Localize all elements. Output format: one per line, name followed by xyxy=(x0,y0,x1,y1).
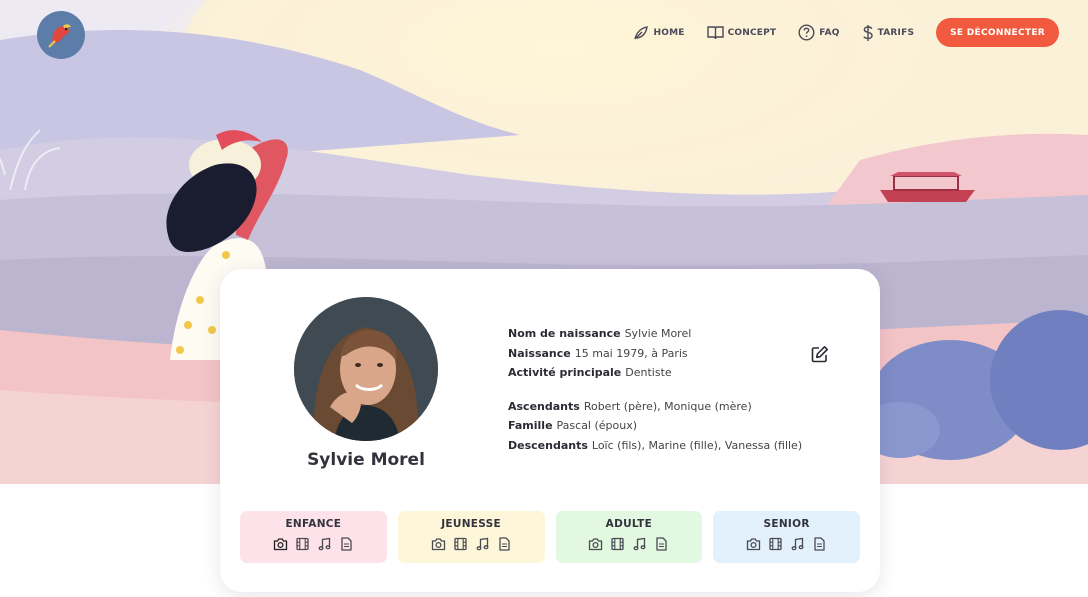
info-row-birth-name: Nom de naissance Sylvie Morel xyxy=(508,324,808,344)
camera-icon[interactable] xyxy=(588,537,603,551)
period-enfance[interactable]: ENFANCE xyxy=(240,511,387,563)
period-title: SENIOR xyxy=(763,518,810,530)
info-value: 15 mai 1979, à Paris xyxy=(574,346,688,360)
info-row-activity: Activité principale Dentiste xyxy=(508,363,808,383)
avatar xyxy=(294,297,438,441)
film-icon[interactable] xyxy=(768,537,783,551)
leaf-icon xyxy=(634,25,649,39)
nav-faq[interactable]: FAQ xyxy=(798,24,839,41)
main-nav: HOME CONCEPT FAQ TARIFS SE DÉCONNECTER xyxy=(633,18,1059,47)
nav-home-label: HOME xyxy=(653,27,685,38)
nav-home[interactable]: HOME xyxy=(633,25,684,41)
camera-icon[interactable] xyxy=(273,537,288,551)
logout-button[interactable]: SE DÉCONNECTER xyxy=(936,18,1059,47)
info-key: Naissance xyxy=(508,346,571,360)
period-media-icons xyxy=(431,537,512,551)
document-icon[interactable] xyxy=(339,537,354,551)
info-key: Descendants xyxy=(508,438,588,452)
info-row-birth: Naissance 15 mai 1979, à Paris xyxy=(508,344,808,364)
info-key: Activité principale xyxy=(508,366,622,380)
music-icon[interactable] xyxy=(475,537,490,551)
period-media-icons xyxy=(273,537,354,551)
info-key: Nom de naissance xyxy=(508,327,621,340)
life-periods: ENFANCE JEUNESSE ADULTE SENIOR xyxy=(240,511,860,563)
info-value: Dentiste xyxy=(625,366,672,380)
document-icon[interactable] xyxy=(812,537,827,551)
dollar-icon xyxy=(862,24,873,41)
profile-card: Sylvie Morel Nom de naissance Sylvie More… xyxy=(220,269,880,592)
period-media-icons xyxy=(588,537,669,551)
period-jeunesse[interactable]: JEUNESSE xyxy=(397,511,545,563)
period-title: ENFANCE xyxy=(285,518,342,530)
edit-icon xyxy=(811,346,828,363)
edit-profile-button[interactable] xyxy=(810,344,830,364)
info-row-descendants: Descendants Loïc (fils), Marine (fille), … xyxy=(508,436,808,456)
info-value: Pascal (époux) xyxy=(556,419,638,433)
period-adulte[interactable]: ADULTE xyxy=(555,511,703,563)
period-title: JEUNESSE xyxy=(441,518,502,530)
camera-icon[interactable] xyxy=(431,537,446,551)
period-senior[interactable]: SENIOR xyxy=(713,511,860,563)
nav-concept-label: CONCEPT xyxy=(727,27,777,38)
film-icon[interactable] xyxy=(295,537,310,551)
info-row-family: Famille Pascal (époux) xyxy=(508,416,808,436)
nav-tarifs-label: TARIFS xyxy=(877,27,915,38)
info-value: Robert (père), Monique (mère) xyxy=(583,399,752,413)
profile-info: Nom de naissance Sylvie Morel Naissance 15… xyxy=(508,324,808,456)
info-value: Loïc (fils), Marine (fille), Vanessa (fi… xyxy=(591,438,803,452)
profile-name: Sylvie Morel xyxy=(307,450,425,470)
info-key: Famille xyxy=(508,419,553,433)
film-icon[interactable] xyxy=(610,537,625,551)
question-icon xyxy=(798,24,815,41)
portrait-photo xyxy=(294,297,438,441)
bird-logo-icon xyxy=(48,24,71,48)
nav-tarifs[interactable]: TARIFS xyxy=(862,24,915,42)
info-key: Ascendants xyxy=(508,399,580,413)
info-row-ascendants: Ascendants Robert (père), Monique (mère) xyxy=(508,397,808,417)
film-icon[interactable] xyxy=(453,537,468,551)
music-icon[interactable] xyxy=(317,537,332,551)
info-value: Sylvie Morel xyxy=(624,327,692,340)
nav-concept[interactable]: CONCEPT xyxy=(706,25,777,40)
period-media-icons xyxy=(746,537,827,551)
music-icon[interactable] xyxy=(632,537,647,551)
document-icon[interactable] xyxy=(654,537,669,551)
camera-icon[interactable] xyxy=(746,537,761,551)
book-icon xyxy=(706,26,724,40)
period-title: ADULTE xyxy=(605,518,653,530)
site-logo[interactable] xyxy=(37,11,85,59)
nav-faq-label: FAQ xyxy=(819,27,840,38)
music-icon[interactable] xyxy=(790,537,805,551)
document-icon[interactable] xyxy=(497,537,512,551)
